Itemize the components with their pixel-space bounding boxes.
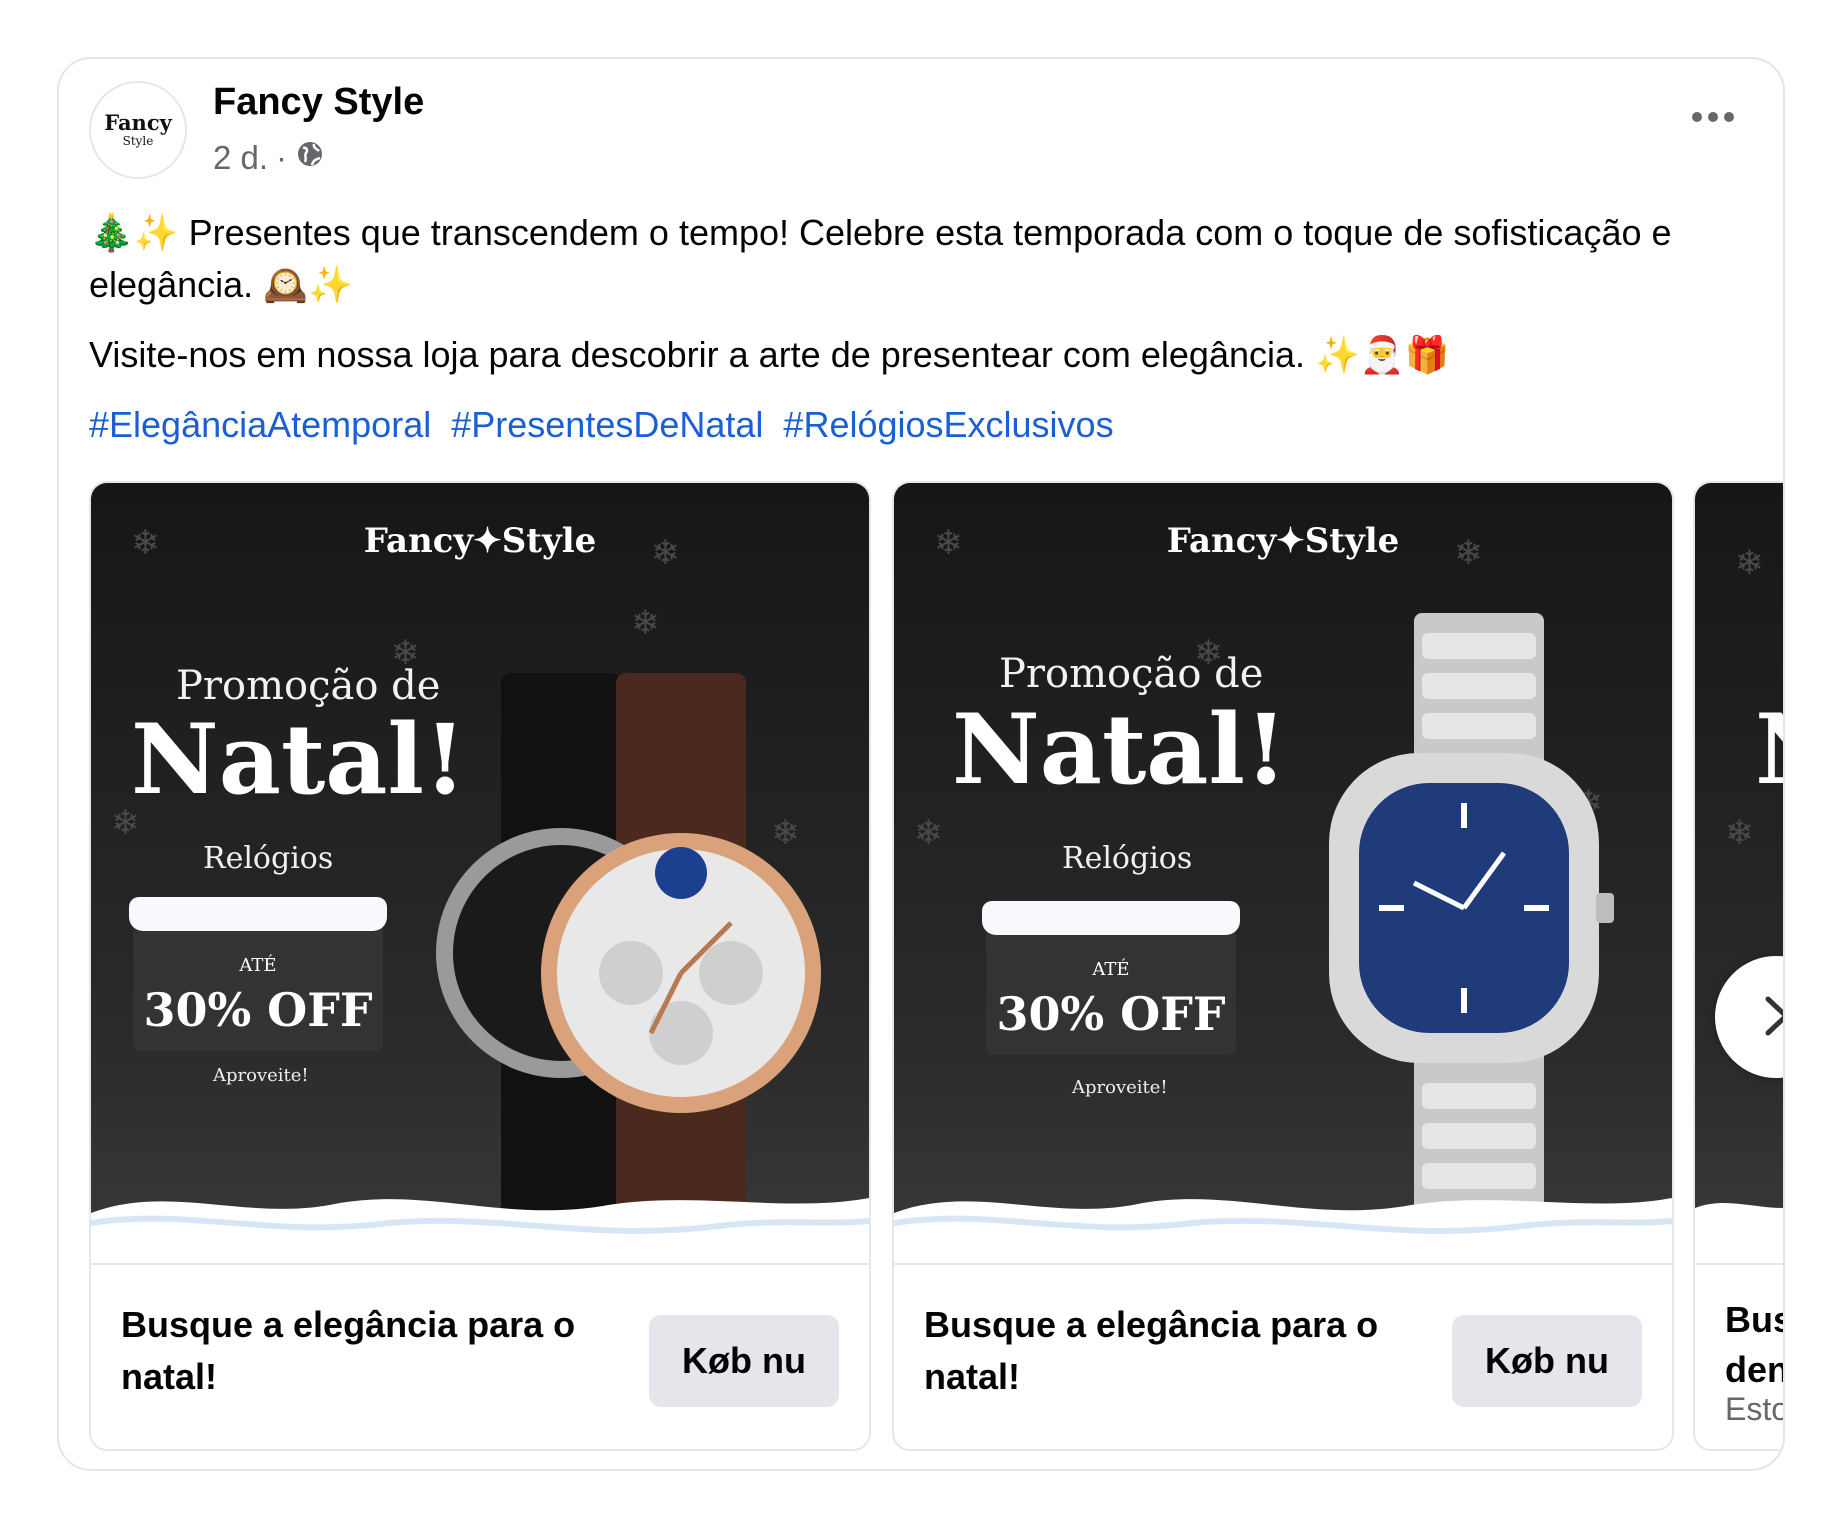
post-timestamp[interactable]: 2 d. <box>213 139 268 177</box>
post-body: 🎄✨ Presentes que transcendem o tempo! Ce… <box>89 207 1689 469</box>
promo-category: Relógios <box>1062 841 1193 876</box>
promo-cta-text: Aproveite! <box>213 1065 309 1086</box>
page-name-link[interactable]: Fancy Style <box>213 81 424 124</box>
discount-prefix: ATÉ <box>1092 959 1130 980</box>
watch-pair-image <box>436 673 821 1233</box>
title-fragment-line-2: den <box>1725 1349 1785 1390</box>
hashtag-link[interactable]: #ElegânciaAtemporal <box>89 404 431 445</box>
discount-sign: ATÉ 30% OFF <box>982 901 1240 1055</box>
discount-sign: ATÉ 30% OFF <box>129 897 387 1051</box>
carousel-card-title[interactable]: Busque a elegância para o natal! <box>121 1299 601 1403</box>
post-paragraph-1: 🎄✨ Presentes que transcendem o tempo! Ce… <box>89 212 1672 305</box>
promo-title: Natal! <box>131 703 467 816</box>
snowflake-icon: ❄ <box>631 604 660 642</box>
banner-brand-logo: Fancy✦Style <box>363 521 597 561</box>
discount-value: 30% OFF <box>143 983 373 1037</box>
page-avatar[interactable]: Fancy Style <box>89 81 187 179</box>
carousel-card-footer: Busque a elegância para o natal! Køb nu <box>91 1263 869 1449</box>
steel-watch-image <box>1329 613 1614 1233</box>
snow-drift <box>1695 1203 1783 1263</box>
title-fragment-line-1: Bus <box>1725 1299 1783 1340</box>
meta-separator: · <box>276 139 288 176</box>
promo-banner-image[interactable]: ❄ ❄ N <box>1695 483 1783 1263</box>
carousel-card-title[interactable]: Busque a elegância para o natal! <box>924 1299 1404 1403</box>
globe-icon <box>295 139 325 177</box>
carousel-card-2[interactable]: ❄ ❄ ❄ ❄ ❄ Fancy✦Style Promoção de Natal!… <box>892 481 1674 1451</box>
snow-cap <box>982 901 1240 935</box>
snowflake-icon: ❄ <box>914 814 943 852</box>
promo-title: Natal! <box>952 693 1288 806</box>
snow-drift <box>91 1198 869 1263</box>
post-card: Fancy Style Fancy Style 2 d. · 🎄✨ Presen… <box>57 57 1785 1471</box>
banner-brand-logo: Fancy✦Style <box>1166 521 1400 561</box>
promo-heading: Promoção de <box>999 651 1264 697</box>
discount-prefix: ATÉ <box>239 955 277 976</box>
promo-banner-image[interactable]: ❄ ❄ ❄ ❄ ❄ Fancy✦Style Promoção de Natal!… <box>894 483 1672 1263</box>
avatar-logo-subtext: Style <box>122 134 154 148</box>
carousel-card-footer: Bus den Esto <box>1695 1263 1785 1449</box>
carousel-card-title[interactable]: Bus den <box>1725 1295 1785 1395</box>
promo-category: Relógios <box>203 841 334 876</box>
promo-cta-text: Aproveite! <box>1072 1077 1168 1098</box>
discount-value: 30% OFF <box>996 987 1226 1041</box>
buy-now-button[interactable]: Køb nu <box>1452 1315 1642 1407</box>
more-options-icon[interactable] <box>1691 109 1735 130</box>
carousel-card-subtitle: Esto <box>1725 1391 1785 1427</box>
post-meta: 2 d. · <box>213 139 325 177</box>
carousel-card-footer: Busque a elegância para o natal! Køb nu <box>894 1263 1672 1449</box>
snow-drift <box>894 1198 1672 1263</box>
hashtag-list: #ElegânciaAtemporal #PresentesDeNatal #R… <box>89 399 1689 451</box>
snowflake-icon: ❄ <box>1725 814 1754 852</box>
snowflake-icon: ❄ <box>1735 544 1764 582</box>
promo-title-fragment: N <box>1755 693 1783 806</box>
snow-cap <box>129 897 387 931</box>
buy-now-button[interactable]: Køb nu <box>649 1315 839 1407</box>
hashtag-link[interactable]: #RelógiosExclusivos <box>783 404 1113 445</box>
hashtag-link[interactable]: #PresentesDeNatal <box>451 404 763 445</box>
carousel-card-1[interactable]: ❄ ❄ ❄ ❄ ❄ ❄ Fancy✦Style Promoção de Nata… <box>89 481 871 1451</box>
post-paragraph-2: Visite-nos em nossa loja para descobrir … <box>89 334 1450 375</box>
promo-banner-image[interactable]: ❄ ❄ ❄ ❄ ❄ ❄ Fancy✦Style Promoção de Nata… <box>91 483 869 1263</box>
chevron-right-icon <box>1756 991 1783 1044</box>
avatar-logo-text: Fancy <box>104 110 172 135</box>
